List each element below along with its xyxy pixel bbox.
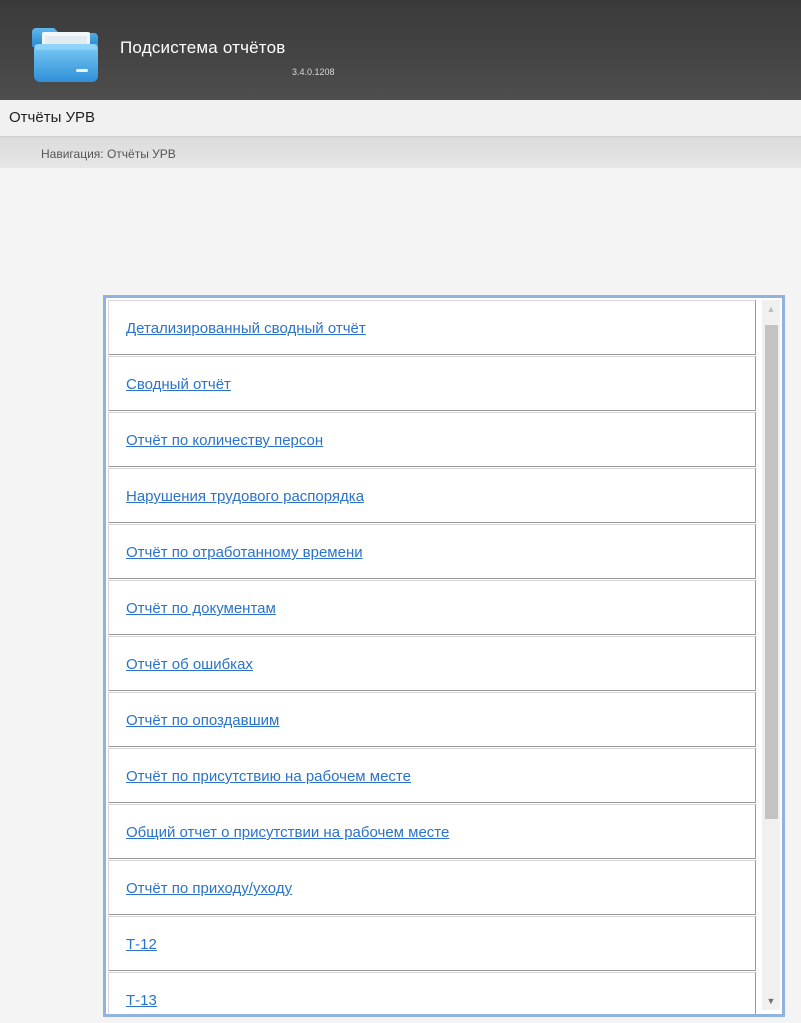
list-item[interactable]: Т-12 bbox=[108, 916, 756, 971]
app-header: Подсистема отчётов 3.4.0.1208 bbox=[0, 0, 801, 100]
list-item[interactable]: Отчёт по документам bbox=[108, 580, 756, 635]
arrow-up-icon[interactable]: ▲ bbox=[762, 300, 780, 318]
reports-list: Детализированный сводный отчёт Сводный от… bbox=[108, 300, 756, 1014]
folder-icon bbox=[32, 28, 98, 82]
report-link[interactable]: Детализированный сводный отчёт bbox=[126, 320, 366, 337]
arrow-down-icon[interactable]: ▼ bbox=[762, 992, 780, 1010]
list-item[interactable]: Общий отчет о присутствии на рабочем мес… bbox=[108, 804, 756, 859]
list-item[interactable]: Отчёт по отработанному времени bbox=[108, 524, 756, 579]
report-link[interactable]: Т-12 bbox=[126, 936, 157, 953]
report-link[interactable]: Отчёт по количеству персон bbox=[126, 432, 323, 449]
report-link[interactable]: Отчёт об ошибках bbox=[126, 656, 253, 673]
report-link[interactable]: Отчёт по опоздавшим bbox=[126, 712, 279, 729]
report-link[interactable]: Сводный отчёт bbox=[126, 376, 231, 393]
list-item[interactable]: Детализированный сводный отчёт bbox=[108, 300, 756, 355]
breadcrumb-bar: Навигация: Отчёты УРВ bbox=[0, 137, 801, 168]
report-link[interactable]: Отчёт по присутствию на рабочем месте bbox=[126, 768, 411, 785]
report-link[interactable]: Отчёт по отработанному времени bbox=[126, 544, 363, 561]
list-item[interactable]: Отчёт об ошибках bbox=[108, 636, 756, 691]
list-item[interactable]: Отчёт по присутствию на рабочем месте bbox=[108, 748, 756, 803]
list-item[interactable]: Т-13 bbox=[108, 972, 756, 1014]
list-item[interactable]: Отчёт по приходу/уходу bbox=[108, 860, 756, 915]
section-bar: Отчёты УРВ bbox=[0, 100, 801, 137]
scrollbar[interactable]: ▲ ▼ bbox=[762, 300, 780, 1010]
report-link[interactable]: Т-13 bbox=[126, 992, 157, 1009]
list-item[interactable]: Нарушения трудового распорядка bbox=[108, 468, 756, 523]
section-title: Отчёты УРВ bbox=[9, 109, 96, 126]
app-title: Подсистема отчётов bbox=[120, 38, 286, 57]
report-link[interactable]: Отчёт по приходу/уходу bbox=[126, 880, 292, 897]
reports-list-panel: Детализированный сводный отчёт Сводный от… bbox=[103, 295, 785, 1017]
list-item[interactable]: Отчёт по количеству персон bbox=[108, 412, 756, 467]
report-link[interactable]: Общий отчет о присутствии на рабочем мес… bbox=[126, 824, 449, 841]
list-item[interactable]: Отчёт по опоздавшим bbox=[108, 692, 756, 747]
list-item[interactable]: Сводный отчёт bbox=[108, 356, 756, 411]
breadcrumb: Навигация: Отчёты УРВ bbox=[41, 147, 176, 161]
report-link[interactable]: Нарушения трудового распорядка bbox=[126, 488, 364, 505]
scroll-thumb[interactable] bbox=[765, 325, 778, 819]
app-version: 3.4.0.1208 bbox=[292, 67, 335, 77]
report-link[interactable]: Отчёт по документам bbox=[126, 600, 276, 617]
